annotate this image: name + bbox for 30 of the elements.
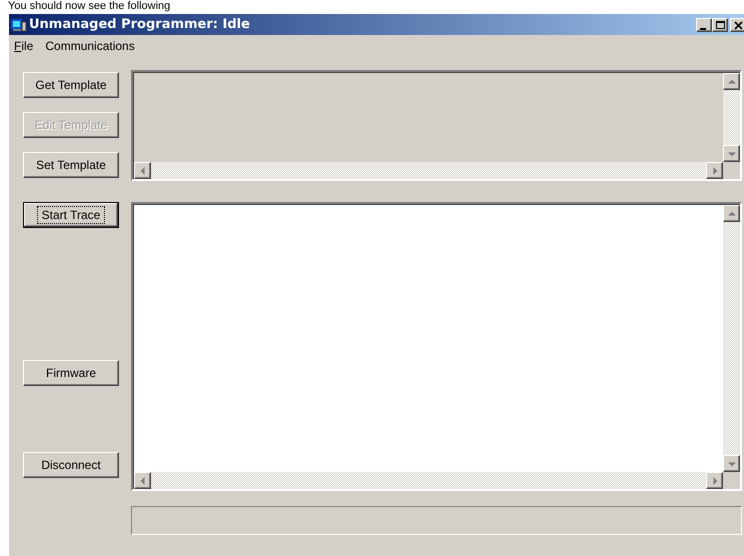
- horizontal-scrollbar[interactable]: [134, 472, 723, 489]
- disconnect-button[interactable]: Disconnect: [23, 452, 119, 478]
- caption-text: You should now see the following: [7, 0, 172, 13]
- scroll-right-button[interactable]: [706, 472, 723, 489]
- scroll-left-button[interactable]: [134, 472, 151, 489]
- close-icon: [734, 20, 743, 30]
- firmware-button[interactable]: Firmware: [23, 360, 119, 386]
- vertical-scrollbar[interactable]: [723, 73, 740, 162]
- maximize-icon: [716, 20, 725, 30]
- minimize-button[interactable]: [696, 18, 712, 32]
- scroll-right-button[interactable]: [706, 162, 723, 179]
- window-title: Unmanaged Programmer: Idle: [29, 17, 251, 32]
- scroll-down-button[interactable]: [723, 145, 740, 162]
- get-template-button[interactable]: Get Template: [23, 72, 119, 98]
- scroll-up-button[interactable]: [723, 73, 740, 90]
- vertical-scrollbar[interactable]: [723, 205, 740, 472]
- horizontal-scrollbar[interactable]: [134, 162, 723, 179]
- template-view[interactable]: [131, 70, 742, 181]
- minimize-icon: [700, 28, 706, 30]
- start-trace-button[interactable]: Start Trace: [23, 202, 119, 228]
- maximize-button[interactable]: [712, 18, 728, 32]
- set-template-button[interactable]: Set Template: [23, 152, 119, 178]
- scrollbar-corner: [723, 472, 740, 489]
- menu-item[interactable]: Communications: [44, 39, 136, 53]
- scroll-up-button[interactable]: [723, 205, 740, 222]
- computer-icon: [11, 18, 27, 32]
- menu-item[interactable]: File: [13, 39, 34, 53]
- close-button[interactable]: [730, 18, 744, 32]
- scroll-left-button[interactable]: [134, 162, 151, 179]
- scroll-down-button[interactable]: [723, 455, 740, 472]
